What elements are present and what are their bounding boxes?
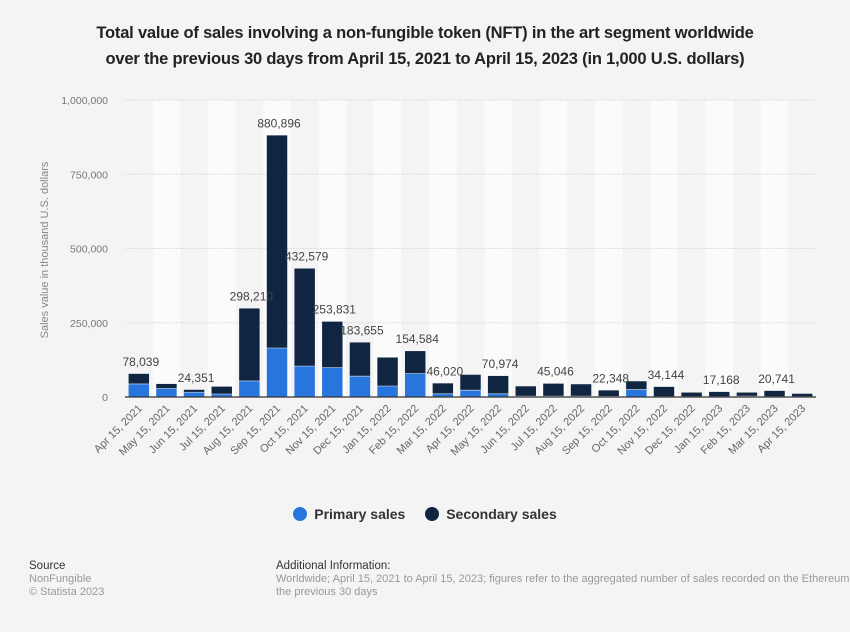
bar-secondary-sales — [515, 386, 537, 397]
bar-primary-sales — [294, 366, 315, 397]
y-tick-label: 1,000,000 — [61, 95, 108, 107]
bar-secondary-sales — [653, 386, 675, 397]
data-label: 880,896 — [257, 116, 301, 130]
stacked-bar-chart: 0 250,000 500,000 750,000 1,000,000 Sales va… — [39, 95, 816, 459]
data-label: 24,351 — [178, 371, 215, 385]
data-label: 78,039 — [122, 355, 159, 369]
bar-secondary-sales — [709, 391, 730, 397]
y-tick-label: 250,000 — [70, 318, 108, 330]
data-label: 298,210 — [230, 289, 274, 303]
bar-secondary-sales — [239, 308, 260, 381]
bar-secondary-sales — [487, 375, 509, 394]
bar-secondary-sales — [598, 390, 619, 397]
source-block: Source NonFungible © Statista 2023 — [29, 560, 104, 599]
bar-primary-sales — [626, 389, 647, 397]
bar-primary-sales — [128, 383, 150, 397]
bar-primary-sales — [404, 373, 426, 397]
bar-secondary-sales — [211, 386, 232, 395]
data-label: 253,831 — [313, 303, 357, 317]
data-label: 17,168 — [703, 373, 740, 387]
source-name[interactable]: NonFungible — [29, 573, 104, 586]
bar-secondary-sales — [349, 342, 371, 377]
data-label: 45,046 — [537, 365, 574, 379]
secondary-dot-icon — [425, 507, 440, 521]
bar-secondary-sales — [570, 384, 592, 397]
bar-secondary-sales — [791, 393, 813, 397]
bar-secondary-sales — [543, 383, 564, 397]
bar-secondary-sales — [764, 390, 785, 397]
y-tick-label: 500,000 — [70, 244, 108, 256]
y-axis-ticks: 0 250,000 500,000 750,000 1,000,000 — [61, 95, 108, 404]
legend: Primary sales Secondary sales — [0, 506, 850, 524]
bar-primary-sales — [460, 390, 481, 397]
info-line-1: Worldwide; April 15, 2021 to April 15, 2… — [276, 573, 850, 585]
additional-info-block: Additional Information: Worldwide; April… — [276, 560, 850, 599]
data-label: 22,348 — [592, 371, 629, 385]
y-axis-label: Sales value in thousand U.S. dollars — [39, 161, 51, 338]
bar-primary-sales — [183, 392, 205, 397]
data-label: 432,579 — [285, 250, 329, 264]
legend-item-secondary[interactable]: Secondary sales — [425, 506, 557, 522]
data-label: 34,144 — [648, 368, 685, 382]
data-label: 183,655 — [340, 323, 384, 337]
bar-secondary-sales — [626, 381, 647, 390]
bar-secondary-sales — [432, 383, 454, 394]
x-axis-ticks: Apr 15, 2021May 15, 2021Jun 15, 2021Jul … — [92, 403, 808, 459]
bar-secondary-sales — [377, 357, 398, 387]
primary-dot-icon — [293, 507, 308, 521]
bar-primary-sales — [266, 347, 288, 397]
bar-primary-sales — [156, 388, 177, 397]
data-label: 20,741 — [758, 372, 795, 386]
info-heading: Additional Information: — [276, 560, 391, 572]
bar-primary-sales — [349, 376, 371, 397]
copyright: © Statista 2023 — [29, 586, 105, 598]
data-label: 46,020 — [427, 364, 464, 378]
bar-primary-sales — [322, 367, 343, 397]
bar-secondary-sales — [266, 135, 288, 348]
bar-secondary-sales — [736, 392, 758, 397]
bar-secondary-sales — [681, 392, 702, 397]
data-label: 70,974 — [482, 357, 519, 371]
legend-item-primary[interactable]: Primary sales — [293, 506, 405, 522]
legend-label-secondary: Secondary sales — [446, 506, 557, 522]
source-heading: Source — [29, 560, 66, 572]
bar-secondary-sales — [128, 373, 150, 384]
y-tick-label: 750,000 — [70, 169, 108, 181]
bar-primary-sales — [377, 386, 398, 397]
legend-label-primary: Primary sales — [314, 506, 406, 522]
bar-secondary-sales — [294, 268, 315, 367]
info-line-2: the previous 30 days — [276, 586, 378, 598]
data-label: 154,584 — [396, 332, 440, 346]
bar-secondary-sales — [156, 383, 177, 389]
bar-secondary-sales — [460, 374, 481, 391]
bar-primary-sales — [239, 380, 260, 397]
bar-secondary-sales — [404, 351, 426, 374]
y-tick-label: 0 — [102, 392, 108, 404]
